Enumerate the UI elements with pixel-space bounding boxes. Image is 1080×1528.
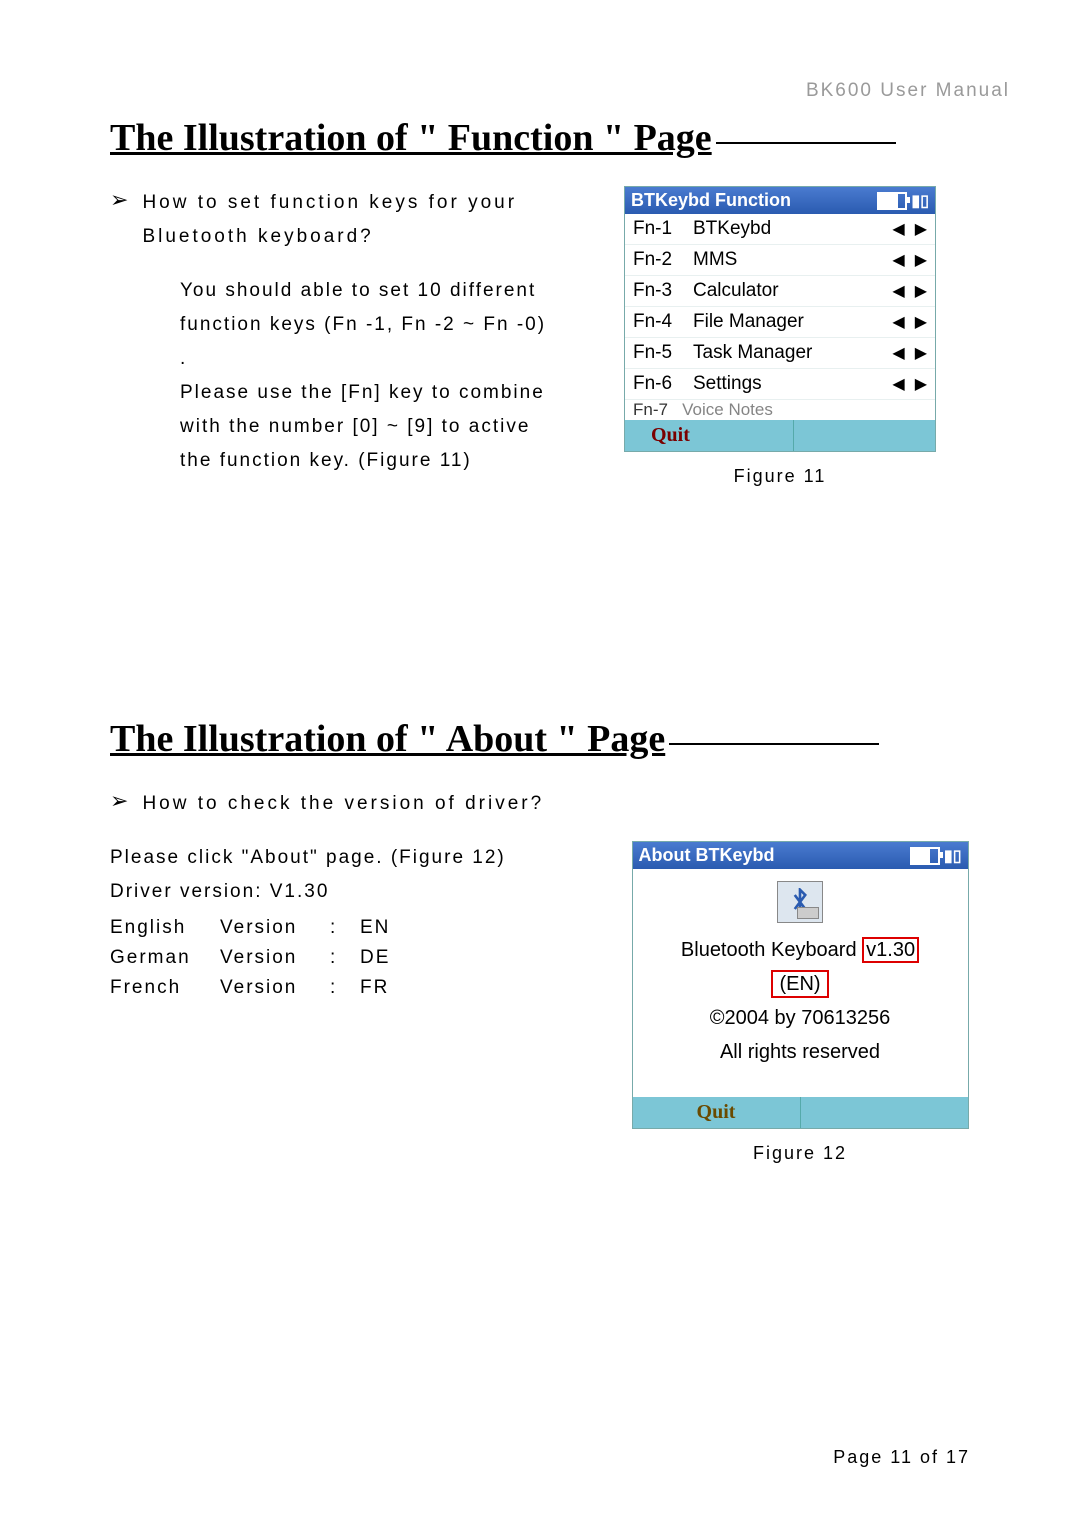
fn-row[interactable]: Fn-4File Manager◀ ▶ (625, 307, 935, 338)
bluetooth-icon (777, 881, 823, 923)
fn-value: File Manager (693, 311, 892, 333)
fn-row[interactable]: Fn-2MMS◀ ▶ (625, 245, 935, 276)
quit-button[interactable]: Quit (633, 1097, 801, 1128)
fn-value: BTKeybd (693, 218, 892, 240)
fn-key: Fn-6 (633, 373, 693, 395)
next-icon[interactable]: ▶ (915, 374, 927, 394)
prev-icon[interactable]: ◀ (892, 343, 904, 363)
screenshot-bottombar: Quit (633, 1097, 968, 1128)
status-icons: ▮▯ (877, 191, 929, 211)
section2-question: How to check the version of driver? (142, 787, 544, 821)
prev-icon[interactable]: ◀ (892, 281, 904, 301)
about-screenshot: About BTKeybd ▮▯ Bluetooth Keyboard v1.3 (632, 841, 969, 1129)
fn-key: Fn-1 (633, 218, 693, 240)
fn-row[interactable]: Fn-5Task Manager◀ ▶ (625, 338, 935, 369)
bullet-arrow-icon: ➢ (110, 787, 128, 815)
fn-row[interactable]: Fn-3Calculator◀ ▶ (625, 276, 935, 307)
next-icon[interactable]: ▶ (915, 343, 927, 363)
screenshot-bottombar: Quit (625, 420, 935, 451)
fn-value: MMS (693, 249, 892, 271)
prev-icon[interactable]: ◀ (892, 374, 904, 394)
function-screenshot: BTKeybd Function ▮▯ Fn-1BTKeybd◀▶Fn-2MMS… (624, 186, 936, 452)
fn-value: Settings (693, 373, 892, 395)
lang-highlight: (EN) (771, 970, 828, 998)
prev-icon[interactable]: ◀ (892, 219, 904, 239)
doc-header: BK600 User Manual (110, 80, 1010, 102)
fn-row[interactable]: Fn-1BTKeybd◀ ▶ (625, 214, 935, 245)
fn-row-cut: Fn-7 Voice Notes (625, 400, 935, 420)
next-icon[interactable]: ▶ (915, 250, 927, 270)
section2-body: Please click "About" page. (Figure 12) D… (110, 841, 590, 909)
screenshot-titlebar: BTKeybd Function ▮▯ (625, 187, 935, 214)
quit-button[interactable]: Quit (625, 420, 794, 451)
keyboard-icon (797, 907, 819, 919)
section1-title: The Illustration of " Function " Page (110, 116, 1010, 160)
screenshot-title: About BTKeybd (639, 845, 775, 866)
screenshot-titlebar: About BTKeybd ▮▯ (633, 842, 968, 869)
fn-row[interactable]: Fn-6Settings◀ ▶ (625, 369, 935, 400)
version-row: FrenchVersion:FR (110, 977, 590, 999)
section2-title: The Illustration of " About " Page (110, 717, 1010, 761)
signal-icon: ▮▯ (911, 191, 929, 211)
battery-icon (877, 192, 907, 210)
fn-key: Fn-2 (633, 249, 693, 271)
bullet-arrow-icon: ➢ (110, 186, 128, 214)
section1-body: You should able to set 10 different func… (180, 274, 550, 478)
page-footer: Page 11 of 17 (833, 1447, 970, 1468)
about-copyright: ©2004 by 70613256 (639, 1001, 962, 1035)
signal-icon: ▮▯ (944, 846, 962, 866)
status-icons: ▮▯ (910, 846, 962, 866)
fn-key: Fn-4 (633, 311, 693, 333)
version-row: EnglishVersion:EN (110, 917, 590, 939)
version-table: EnglishVersion:EN GermanVersion:DE FrenchV… (110, 917, 590, 999)
figure12-caption: Figure 12 (753, 1143, 847, 1164)
next-icon[interactable]: ▶ (915, 281, 927, 301)
section1-question: How to set function keys for your Blueto… (142, 186, 550, 254)
about-line1: Bluetooth Keyboard v1.30 (639, 933, 962, 967)
next-icon[interactable]: ▶ (915, 219, 927, 239)
fn-key: Fn-5 (633, 342, 693, 364)
fn-key: Fn-3 (633, 280, 693, 302)
figure11-caption: Figure 11 (734, 466, 827, 487)
prev-icon[interactable]: ◀ (892, 250, 904, 270)
fn-value: Task Manager (693, 342, 892, 364)
next-icon[interactable]: ▶ (915, 312, 927, 332)
about-rights: All rights reserved (639, 1035, 962, 1069)
bottombar-spacer (794, 420, 936, 451)
battery-icon (910, 847, 940, 865)
bottombar-spacer (801, 1097, 968, 1128)
prev-icon[interactable]: ◀ (892, 312, 904, 332)
fn-value: Calculator (693, 280, 892, 302)
version-row: GermanVersion:DE (110, 947, 590, 969)
version-highlight: v1.30 (862, 937, 919, 963)
screenshot-title: BTKeybd Function (631, 190, 791, 211)
